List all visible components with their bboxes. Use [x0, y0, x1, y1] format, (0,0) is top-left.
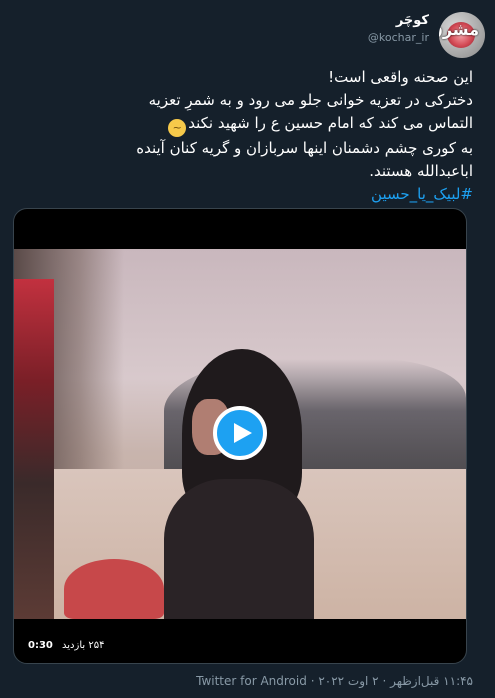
video-duration: 0:30 — [22, 638, 59, 653]
pensive-face-icon: ~ — [168, 119, 187, 137]
tweet-card: مشرق کوچَر @kochar_ir این صحنه واقعی است… — [0, 0, 495, 698]
avatar[interactable]: مشرق — [439, 12, 485, 58]
thumbnail-girl-body — [164, 479, 314, 619]
avatar-logo-text: مشرق — [439, 20, 479, 39]
view-count: ۲۵۴ بازدید — [62, 640, 105, 651]
tweet-line-3-text: التماس می کند که امام حسین ع را شهید نکن… — [188, 114, 473, 132]
play-icon — [234, 423, 252, 443]
play-button[interactable] — [213, 406, 267, 460]
tweet-line-3: التماس می کند که امام حسین ع را شهید نکن… — [22, 112, 473, 137]
thumbnail-left-figure — [14, 279, 54, 619]
hashtag-line: #لبیک_یا_حسین — [22, 183, 473, 206]
tweet-timestamp[interactable]: ۱۱:۴۵ قبل‌ازظهر · ۲ اوت ۲۰۲۲ · — [311, 674, 473, 688]
tweet-meta: ۱۱:۴۵ قبل‌ازظهر · ۲ اوت ۲۰۲۲ · Twitter f… — [22, 674, 473, 688]
user-handle[interactable]: @kochar_ir — [368, 30, 429, 46]
tweet-header: مشرق کوچَر @kochar_ir — [10, 10, 485, 58]
thumbnail-red-cloth — [64, 559, 164, 619]
tweet-line-1: این صحنه واقعی است! — [328, 68, 473, 86]
tweet-text: این صحنه واقعی است! دخترکی در تعزیه خوان… — [22, 66, 473, 206]
tweet-line-2: دخترکی در تعزیه خوانی جلو می رود و به شم… — [148, 91, 473, 109]
user-names: کوچَر @kochar_ir — [368, 12, 429, 46]
tweet-source[interactable]: Twitter for Android — [196, 674, 307, 688]
hashtag-link[interactable]: #لبیک_یا_حسین — [371, 185, 473, 203]
video-player[interactable]: 0:30 ۲۵۴ بازدید — [13, 208, 467, 664]
display-name[interactable]: کوچَر — [368, 12, 429, 30]
tweet-line-4: به کوری چشم دشمنان اینها سربازان و گریه … — [136, 139, 473, 157]
tweet-line-5: اباعبدالله هستند. — [369, 162, 473, 180]
